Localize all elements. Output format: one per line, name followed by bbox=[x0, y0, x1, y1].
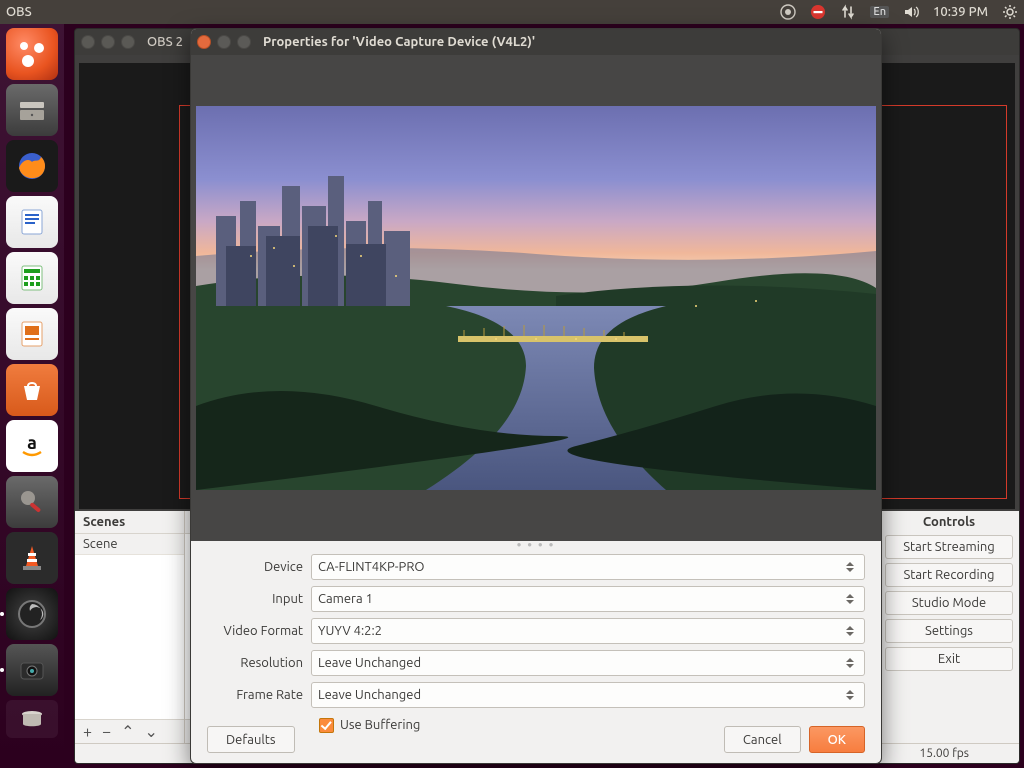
video-format-value: YUYV 4:2:2 bbox=[318, 624, 382, 638]
frame-rate-combo[interactable]: Leave Unchanged bbox=[311, 682, 865, 708]
spinner-icon[interactable] bbox=[846, 589, 860, 609]
resolution-value: Leave Unchanged bbox=[318, 656, 421, 670]
frame-rate-value: Leave Unchanged bbox=[318, 688, 421, 702]
scene-up-button[interactable]: ⌃ bbox=[121, 722, 134, 741]
resolution-combo[interactable]: Leave Unchanged bbox=[311, 650, 865, 676]
clock[interactable]: 10:39 PM bbox=[933, 5, 988, 19]
video-preview-image bbox=[196, 106, 876, 490]
firefox-icon[interactable] bbox=[6, 140, 58, 192]
camera-device-icon[interactable] bbox=[6, 644, 58, 696]
device-label: Device bbox=[207, 560, 303, 574]
keyboard-indicator[interactable]: En bbox=[870, 6, 889, 18]
trash-icon[interactable] bbox=[6, 700, 58, 738]
properties-preview bbox=[191, 55, 881, 541]
properties-form: Device CA-FLINT4KP-PRO Input Camera 1 Vi… bbox=[191, 547, 881, 739]
properties-titlebar[interactable]: Properties for 'Video Capture Device (V4… bbox=[191, 29, 881, 55]
defaults-button[interactable]: Defaults bbox=[207, 726, 295, 753]
dialog-close-icon[interactable] bbox=[197, 35, 211, 49]
device-value: CA-FLINT4KP-PRO bbox=[318, 560, 425, 574]
system-settings-icon[interactable] bbox=[6, 476, 58, 528]
top-menu-bar: OBS En 10:39 PM bbox=[0, 0, 1024, 24]
video-format-label: Video Format bbox=[207, 624, 303, 638]
amazon-icon[interactable]: a bbox=[6, 420, 58, 472]
scene-remove-button[interactable]: − bbox=[102, 723, 111, 741]
obs-window-title: OBS 2 bbox=[147, 35, 183, 49]
video-format-combo[interactable]: YUYV 4:2:2 bbox=[311, 618, 865, 644]
window-close-icon[interactable] bbox=[81, 35, 95, 49]
start-streaming-button[interactable]: Start Streaming bbox=[885, 535, 1013, 559]
scene-down-button[interactable]: ⌄ bbox=[144, 722, 157, 741]
obs-fps: 15.00 fps bbox=[919, 747, 969, 760]
writer-icon[interactable] bbox=[6, 196, 58, 248]
svg-text:a: a bbox=[27, 433, 37, 453]
scenes-toolbar: + − ⌃ ⌄ bbox=[75, 719, 184, 743]
system-tray: En 10:39 PM bbox=[780, 4, 1018, 20]
exit-button[interactable]: Exit bbox=[885, 647, 1013, 671]
properties-dialog: Properties for 'Video Capture Device (V4… bbox=[190, 28, 882, 764]
files-icon[interactable] bbox=[6, 84, 58, 136]
window-minimize-icon[interactable] bbox=[101, 35, 115, 49]
vlc-icon[interactable] bbox=[6, 532, 58, 584]
sound-icon[interactable] bbox=[903, 4, 919, 20]
dialog-minimize-icon[interactable] bbox=[217, 35, 231, 49]
studio-mode-button[interactable]: Studio Mode bbox=[885, 591, 1013, 615]
active-app-title: OBS bbox=[6, 5, 32, 19]
no-entry-icon[interactable] bbox=[810, 4, 826, 20]
resolution-label: Resolution bbox=[207, 656, 303, 670]
input-combo[interactable]: Camera 1 bbox=[311, 586, 865, 612]
properties-title: Properties for 'Video Capture Device (V4… bbox=[263, 35, 535, 49]
scene-add-button[interactable]: + bbox=[83, 723, 92, 741]
settings-button[interactable]: Settings bbox=[885, 619, 1013, 643]
network-icon[interactable] bbox=[840, 4, 856, 20]
scenes-header: Scenes bbox=[75, 511, 184, 533]
spinner-icon[interactable] bbox=[846, 557, 860, 577]
scene-row[interactable]: Scene bbox=[75, 534, 184, 555]
properties-button-bar: Defaults Cancel OK bbox=[191, 726, 881, 753]
spinner-icon[interactable] bbox=[846, 621, 860, 641]
dash-icon[interactable] bbox=[6, 28, 58, 80]
input-label: Input bbox=[207, 592, 303, 606]
calc-icon[interactable] bbox=[6, 252, 58, 304]
controls-header: Controls bbox=[879, 511, 1019, 533]
spinner-icon[interactable] bbox=[846, 653, 860, 673]
scenes-panel: Scenes Scene + − ⌃ ⌄ bbox=[75, 511, 185, 743]
device-combo[interactable]: CA-FLINT4KP-PRO bbox=[311, 554, 865, 580]
frame-rate-label: Frame Rate bbox=[207, 688, 303, 702]
obs-launcher-icon[interactable] bbox=[6, 588, 58, 640]
unity-launcher: a bbox=[0, 24, 64, 768]
impress-icon[interactable] bbox=[6, 308, 58, 360]
cancel-button[interactable]: Cancel bbox=[724, 726, 801, 753]
session-gear-icon[interactable] bbox=[1002, 4, 1018, 20]
controls-panel: Controls Start Streaming Start Recording… bbox=[879, 511, 1019, 743]
input-value: Camera 1 bbox=[318, 592, 373, 606]
window-maximize-icon[interactable] bbox=[121, 35, 135, 49]
start-recording-button[interactable]: Start Recording bbox=[885, 563, 1013, 587]
obs-tray-icon[interactable] bbox=[780, 4, 796, 20]
spinner-icon[interactable] bbox=[846, 685, 860, 705]
software-center-icon[interactable] bbox=[6, 364, 58, 416]
ok-button[interactable]: OK bbox=[809, 726, 865, 753]
dialog-maximize-icon[interactable] bbox=[237, 35, 251, 49]
